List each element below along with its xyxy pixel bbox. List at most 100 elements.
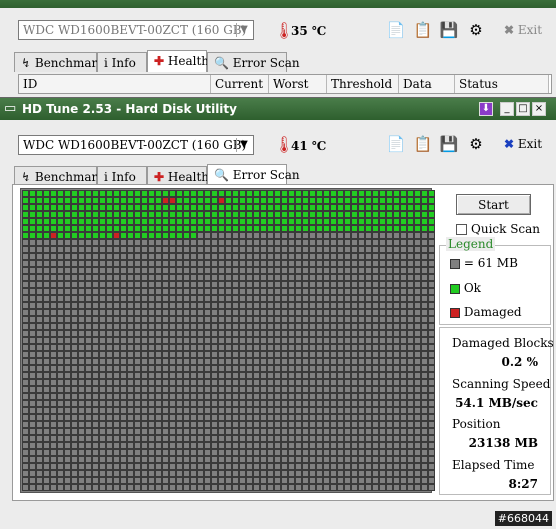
close-button[interactable]: ×: [532, 102, 546, 116]
scan-block-ok: [218, 225, 225, 232]
special-button[interactable]: ⬇: [479, 102, 493, 116]
copy-all-icon[interactable]: 📋: [413, 134, 433, 154]
scan-block-unscanned: [85, 351, 92, 358]
scan-block-unscanned: [379, 260, 386, 267]
chevron-down-icon[interactable]: ▼: [236, 138, 251, 152]
scan-block-unscanned: [29, 379, 36, 386]
scan-block-unscanned: [302, 316, 309, 323]
scan-block-unscanned: [106, 365, 113, 372]
scan-block-unscanned: [281, 232, 288, 239]
scan-block-unscanned: [176, 400, 183, 407]
start-button[interactable]: Start: [456, 194, 531, 215]
scan-block-ok: [190, 225, 197, 232]
scan-block-unscanned: [267, 351, 274, 358]
save-icon[interactable]: 💾: [439, 134, 459, 154]
scan-block-unscanned: [400, 309, 407, 316]
scan-block-ok: [176, 190, 183, 197]
scan-block-unscanned: [400, 295, 407, 302]
scan-block-unscanned: [29, 435, 36, 442]
scan-block-unscanned: [372, 435, 379, 442]
minimize-button[interactable]: _: [500, 102, 514, 116]
scan-block-unscanned: [162, 484, 169, 491]
column-header-data[interactable]: Data: [399, 75, 455, 93]
scan-block-unscanned: [239, 421, 246, 428]
scan-block-unscanned: [190, 358, 197, 365]
scan-block-ok: [295, 190, 302, 197]
scan-block-unscanned: [106, 435, 113, 442]
scan-block-unscanned: [71, 295, 78, 302]
scan-block-unscanned: [239, 239, 246, 246]
scan-block-ok: [316, 225, 323, 232]
background-tab-health[interactable]: ✚ Health: [147, 50, 209, 72]
scan-block-unscanned: [260, 421, 267, 428]
maximize-button[interactable]: □: [516, 102, 530, 116]
scan-block-unscanned: [99, 365, 106, 372]
scan-block-unscanned: [288, 442, 295, 449]
scan-block-unscanned: [379, 400, 386, 407]
scan-block-unscanned: [155, 239, 162, 246]
copy-icon[interactable]: 📄: [386, 20, 406, 40]
copy-icon[interactable]: 📄: [386, 134, 406, 154]
scan-block-unscanned: [372, 274, 379, 281]
chevron-down-icon[interactable]: ▼: [236, 23, 251, 37]
background-tab-benchmark[interactable]: ↯ Benchmark: [14, 52, 105, 72]
scan-block-ok: [127, 204, 134, 211]
scan-block-unscanned: [351, 477, 358, 484]
save-icon[interactable]: 💾: [439, 20, 459, 40]
scan-block-unscanned: [50, 246, 57, 253]
tab-health[interactable]: ✚ Health: [147, 166, 209, 186]
scan-block-unscanned: [358, 302, 365, 309]
scan-block-unscanned: [281, 253, 288, 260]
scan-block-unscanned: [302, 407, 309, 414]
scan-block-unscanned: [344, 253, 351, 260]
background-exit-button[interactable]: ✖ Exit: [504, 23, 542, 37]
scan-block-unscanned: [155, 386, 162, 393]
column-header-threshold[interactable]: Threshold: [327, 75, 399, 93]
scan-block-ok: [92, 232, 99, 239]
scan-block-unscanned: [302, 260, 309, 267]
scan-block-unscanned: [64, 365, 71, 372]
scan-block-unscanned: [57, 246, 64, 253]
scan-block-unscanned: [267, 302, 274, 309]
exit-button[interactable]: ✖ Exit: [504, 137, 542, 151]
scan-block-unscanned: [274, 351, 281, 358]
options-icon[interactable]: ⚙: [466, 20, 486, 40]
background-drive-select[interactable]: WDC WD1600BEVT-00ZCT (160 GB) ▼: [18, 20, 254, 40]
scan-block-unscanned: [372, 463, 379, 470]
scan-block-unscanned: [372, 260, 379, 267]
scan-block-unscanned: [64, 267, 71, 274]
background-tab-info[interactable]: ⅰ Info: [97, 52, 147, 72]
options-icon[interactable]: ⚙: [466, 134, 486, 154]
scan-block-unscanned: [351, 393, 358, 400]
scan-block-unscanned: [253, 232, 260, 239]
scan-block-unscanned: [50, 274, 57, 281]
column-header-worst[interactable]: Worst: [269, 75, 327, 93]
drive-select[interactable]: WDC WD1600BEVT-00ZCT (160 GB) ▼: [18, 135, 254, 155]
scan-block-ok: [183, 204, 190, 211]
scan-block-unscanned: [337, 281, 344, 288]
scan-block-unscanned: [407, 260, 414, 267]
column-header-current[interactable]: Current: [211, 75, 269, 93]
copy-all-icon[interactable]: 📋: [413, 20, 433, 40]
scan-block-unscanned: [22, 449, 29, 456]
scan-block-unscanned: [57, 288, 64, 295]
scan-block-unscanned: [169, 463, 176, 470]
scan-block-unscanned: [309, 302, 316, 309]
background-tab-error-scan[interactable]: 🔍 Error Scan: [207, 52, 300, 72]
scan-block-unscanned: [309, 281, 316, 288]
tab-info[interactable]: ⅰ Info: [97, 166, 147, 186]
scan-block-unscanned: [281, 379, 288, 386]
tab-error-scan[interactable]: 🔍 Error Scan: [207, 164, 300, 186]
scan-block-unscanned: [400, 232, 407, 239]
scan-block-unscanned: [414, 393, 421, 400]
scan-block-unscanned: [274, 456, 281, 463]
tab-benchmark[interactable]: ↯ Benchmark: [14, 166, 105, 186]
quick-scan-box[interactable]: [456, 224, 467, 235]
scan-block-unscanned: [414, 281, 421, 288]
scan-block-ok: [239, 190, 246, 197]
scan-block-unscanned: [197, 351, 204, 358]
column-header-status[interactable]: Status: [455, 75, 549, 93]
scan-block-unscanned: [36, 260, 43, 267]
scan-block-unscanned: [64, 239, 71, 246]
column-header-id[interactable]: ID: [19, 75, 211, 93]
